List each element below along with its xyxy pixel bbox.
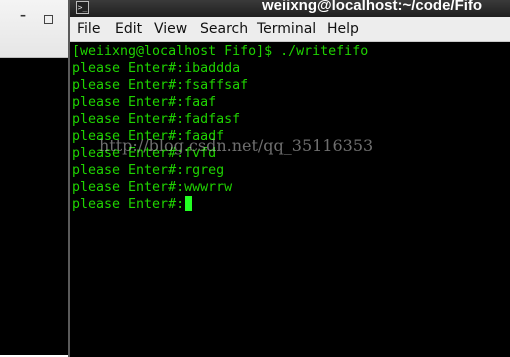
output-line: please Enter#:rgreg	[72, 163, 225, 178]
window-title: weiixng@localhost:~/code/Fifo	[262, 0, 483, 14]
maximize-icon[interactable]	[44, 15, 53, 24]
output-line: please Enter#:faaf	[72, 95, 217, 110]
menu-edit[interactable]: Edit	[115, 21, 142, 37]
terminal-icon[interactable]: >_	[76, 1, 89, 14]
output-line: please Enter#:wwwrrw	[72, 180, 233, 195]
menu-search[interactable]: Search	[200, 21, 248, 37]
current-prompt: please Enter#:	[72, 197, 185, 212]
menu-view[interactable]: View	[154, 21, 187, 37]
text-cursor	[185, 196, 193, 211]
background-window: –	[0, 0, 68, 357]
menu-bar: File Edit View Search Terminal Help	[70, 17, 510, 42]
output-line: please Enter#:fadfasf	[72, 112, 241, 127]
menu-help[interactable]: Help	[327, 21, 359, 37]
minimize-icon[interactable]: –	[20, 9, 26, 21]
terminal-window: >_ weiixng@localhost:~/code/Fifo File Ed…	[68, 0, 510, 357]
prompt-line: [weiixng@localhost Fifo]$ ./writefifo	[72, 44, 369, 59]
terminal-output[interactable]: [weiixng@localhost Fifo]$ ./writefifo pl…	[70, 42, 510, 357]
background-window-titlebar: –	[0, 0, 68, 58]
menu-file[interactable]: File	[77, 21, 100, 37]
output-line: please Enter#:fsaffsaf	[72, 78, 249, 93]
menu-terminal[interactable]: Terminal	[257, 21, 316, 37]
terminal-titlebar[interactable]: >_ weiixng@localhost:~/code/Fifo	[70, 0, 510, 17]
watermark: http://blog.csdn.net/qq_35116353	[99, 136, 374, 155]
output-line: please Enter#:ibaddda	[72, 61, 241, 76]
current-prompt-line: please Enter#:	[72, 196, 193, 213]
